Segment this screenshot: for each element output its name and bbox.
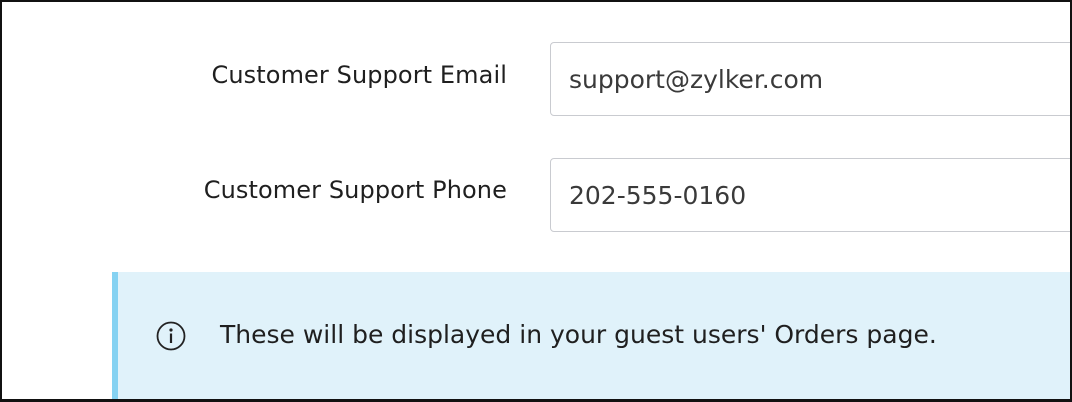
info-icon — [156, 321, 186, 351]
info-notice: These will be displayed in your guest us… — [112, 272, 1070, 399]
customer-support-email-input[interactable] — [550, 42, 1070, 116]
customer-support-email-label: Customer Support Email — [211, 61, 507, 89]
settings-panel: Customer Support Email Customer Support … — [0, 0, 1072, 402]
notice-text: These will be displayed in your guest us… — [220, 320, 937, 349]
customer-support-phone-input[interactable] — [550, 158, 1070, 232]
customer-support-phone-label: Customer Support Phone — [203, 176, 507, 204]
